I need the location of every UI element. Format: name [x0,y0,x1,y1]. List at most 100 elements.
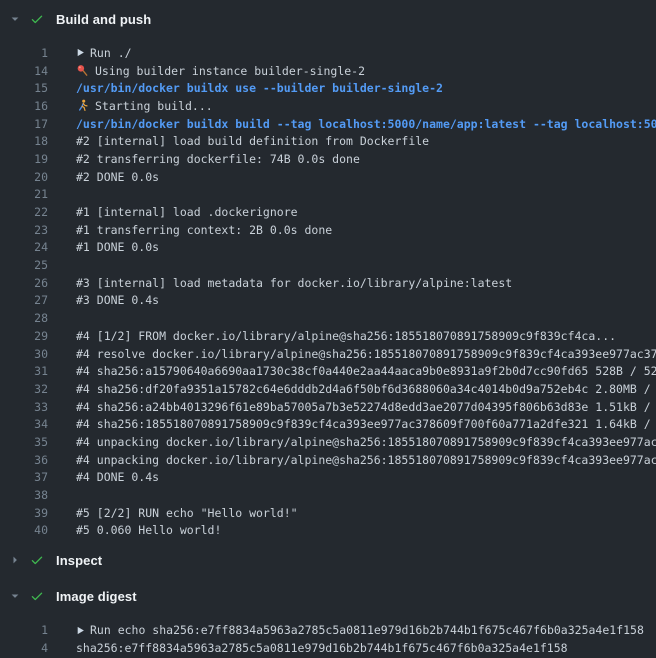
log-text: #4 sha256:a24bb4013296f61e89ba57005a7b3e… [76,400,656,414]
log-line: 26 #3 [internal] load metadata for docker… [0,274,656,292]
line-number[interactable]: 31 [0,364,48,378]
log-text: Starting build... [95,99,213,113]
line-number[interactable]: 21 [0,187,48,201]
log-line: 17/usr/bin/docker buildx build --tag loc… [0,115,656,133]
log-line-text: sha256:e7ff8834a5963a2785c5a0811e979d16b… [76,641,656,655]
line-number[interactable]: 29 [0,329,48,343]
line-number[interactable]: 16 [0,99,48,113]
line-number[interactable]: 34 [0,417,48,431]
log-text: #5 0.060 Hello world! [76,523,221,537]
line-number[interactable]: 23 [0,223,48,237]
log-line: 35 #4 unpacking docker.io/library/alpine@… [0,433,656,451]
log-line: 21 [0,186,656,204]
log-line: 40 #5 0.060 Hello world! [0,522,656,540]
log-section-build-and-push: Build and push 1 Run ./ 14 Using builder ins… [0,6,656,547]
log-line-text: #4 unpacking docker.io/library/alpine@sh… [76,453,656,467]
log-text: #4 DONE 0.4s [76,470,159,484]
log-line-text: #4 sha256:a15790640a6690aa1730c38cf0a440… [76,364,656,378]
log-text: #2 transferring dockerfile: 74B 0.0s don… [76,152,360,166]
log-line: 28 [0,309,656,327]
log-line: 18 #2 [internal] load build definition fr… [0,132,656,150]
log-line-text: #4 DONE 0.4s [76,470,656,484]
line-number[interactable]: 22 [0,205,48,219]
line-number[interactable]: 1 [0,46,48,60]
section-header-inspect[interactable]: Inspect [0,547,656,573]
log-text: #4 [1/2] FROM docker.io/library/alpine@s… [76,329,616,343]
chevron-down-icon[interactable] [8,590,21,602]
log-text: #4 resolve docker.io/library/alpine@sha2… [76,347,656,361]
check-icon [30,12,44,26]
log-text: #2 [internal] load build definition from… [76,134,429,148]
section-log-body: 1 Run echo sha256:e7ff8834a5963a2785c5a08… [0,609,656,658]
log-line-text: #4 resolve docker.io/library/alpine@sha2… [76,347,656,361]
chevron-right-icon[interactable] [8,554,21,566]
line-number[interactable]: 14 [0,64,48,78]
line-number[interactable]: 18 [0,134,48,148]
line-number[interactable]: 4 [0,641,48,655]
line-number[interactable]: 25 [0,258,48,272]
line-number[interactable]: 17 [0,117,48,131]
line-number[interactable]: 19 [0,152,48,166]
log-line-text: #4 [1/2] FROM docker.io/library/alpine@s… [76,329,656,343]
log-line-text: Starting build... [76,99,656,113]
line-number[interactable]: 39 [0,506,48,520]
log-line-text: /usr/bin/docker buildx build --tag local… [76,117,656,131]
line-number[interactable]: 37 [0,470,48,484]
log-group-line-text[interactable]: Run ./ [76,46,656,60]
log-sections: Build and push1Run ./14Using builder ins… [0,6,656,658]
line-number[interactable]: 1 [0,623,48,637]
log-line-text: #2 transferring dockerfile: 74B 0.0s don… [76,152,656,166]
section-title: Image digest [56,589,137,604]
line-number[interactable]: 32 [0,382,48,396]
log-line: 24 #1 DONE 0.0s [0,239,656,257]
log-text: Run ./ [90,46,132,60]
log-line-text: #4 unpacking docker.io/library/alpine@sh… [76,435,656,449]
play-icon[interactable] [76,626,85,635]
line-number[interactable]: 30 [0,347,48,361]
log-line-text: #3 DONE 0.4s [76,293,656,307]
log-text: #4 sha256:df20fa9351a15782c64e6dddb2d4a6… [76,382,656,396]
log-line: 29 #4 [1/2] FROM docker.io/library/alpine… [0,327,656,345]
line-number[interactable]: 24 [0,240,48,254]
log-line: 30 #4 resolve docker.io/library/alpine@sh… [0,345,656,363]
pushpin-icon [76,64,89,77]
line-number[interactable]: 27 [0,293,48,307]
log-text: #4 sha256:185518070891758909c9f839cf4ca3… [76,417,656,431]
line-number[interactable]: 40 [0,523,48,537]
line-number[interactable]: 36 [0,453,48,467]
log-line: 25 [0,256,656,274]
line-number[interactable]: 15 [0,81,48,95]
log-line: 4 sha256:e7ff8834a5963a2785c5a0811e979d16… [0,639,656,657]
log-line-text: #4 sha256:185518070891758909c9f839cf4ca3… [76,417,656,431]
log-group-line-text[interactable]: Run echo sha256:e7ff8834a5963a2785c5a081… [76,623,656,637]
line-number[interactable]: 20 [0,170,48,184]
log-line-text: #4 sha256:a24bb4013296f61e89ba57005a7b3e… [76,400,656,414]
log-line: 34 #4 sha256:185518070891758909c9f839cf4c… [0,415,656,433]
line-number[interactable]: 26 [0,276,48,290]
line-number[interactable]: 33 [0,400,48,414]
log-line-text: #5 [2/2] RUN echo "Hello world!" [76,506,656,520]
line-number[interactable]: 28 [0,311,48,325]
log-section-image-digest: Image digest 1 Run echo sha256:e7ff8834a59… [0,583,656,658]
log-line-text: #1 DONE 0.0s [76,240,656,254]
line-number[interactable]: 35 [0,435,48,449]
log-line: 27 #3 DONE 0.4s [0,292,656,310]
log-line-text: /usr/bin/docker buildx use --builder bui… [76,81,656,95]
log-line: 37 #4 DONE 0.4s [0,469,656,487]
log-text: #3 DONE 0.4s [76,293,159,307]
section-title: Inspect [56,553,102,568]
section-header-build-and-push[interactable]: Build and push [0,6,656,32]
log-text: #4 unpacking docker.io/library/alpine@sh… [76,453,656,467]
section-header-image-digest[interactable]: Image digest [0,583,656,609]
log-text: #3 [internal] load metadata for docker.i… [76,276,512,290]
log-line-text: Using builder instance builder-single-2 [76,64,656,78]
log-line: 20#2 DONE 0.0s [0,168,656,186]
log-section-inspect: Inspect [0,547,656,573]
log-line: 15/usr/bin/docker buildx use --builder b… [0,79,656,97]
log-line: 23#1 transferring context: 2B 0.0s done [0,221,656,239]
chevron-down-icon[interactable] [8,13,21,25]
play-icon[interactable] [76,48,85,57]
log-line-text: #5 0.060 Hello world! [76,523,656,537]
log-line: 22#1 [internal] load .dockerignore [0,203,656,221]
line-number[interactable]: 38 [0,488,48,502]
